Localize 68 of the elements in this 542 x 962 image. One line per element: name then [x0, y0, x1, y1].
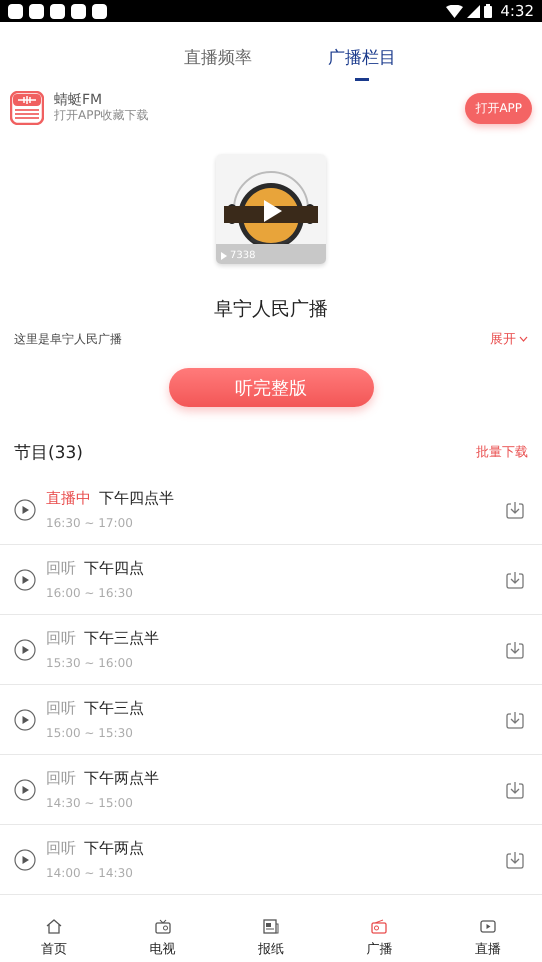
- radio-icon: [371, 918, 388, 934]
- program-time: 15:00 ~ 15:30: [46, 726, 134, 740]
- play-icon[interactable]: [264, 200, 282, 222]
- program-status: 回听: [46, 769, 76, 788]
- notification-icon: [92, 4, 107, 18]
- program-time: 15:30 ~ 16:00: [46, 656, 134, 670]
- program-row[interactable]: 回听 下午三点 15:00 ~ 15:30: [0, 685, 542, 755]
- program-row[interactable]: 回听 下午三点半 15:30 ~ 16:00: [0, 615, 542, 685]
- download-icon[interactable]: [506, 780, 524, 798]
- program-status: 回听: [46, 839, 76, 858]
- app-logo-icon: [10, 91, 44, 125]
- program-title: 下午三点半: [84, 629, 159, 648]
- program-title: 下午两点半: [84, 769, 159, 788]
- program-time: 14:00 ~ 14:30: [46, 866, 134, 880]
- section-title: 节目(33): [14, 442, 83, 464]
- program-title: 下午四点半: [99, 489, 174, 508]
- play-icon[interactable]: [14, 498, 36, 520]
- expand-link[interactable]: 展开: [490, 330, 528, 348]
- notification-icon: [8, 4, 23, 18]
- play-icon[interactable]: [14, 778, 36, 800]
- signal-icon: [467, 4, 480, 18]
- live-icon: [480, 918, 496, 934]
- clock-time: 4:32: [500, 2, 534, 20]
- program-status: 回听: [46, 559, 76, 578]
- batch-download-link[interactable]: 批量下载: [476, 443, 528, 461]
- program-title: 下午两点: [84, 839, 144, 858]
- program-status: 回听: [46, 699, 76, 718]
- battery-icon: [484, 4, 492, 18]
- download-icon[interactable]: [506, 640, 524, 658]
- tab[interactable]: 广播栏目: [326, 30, 398, 82]
- program-time: 16:30 ~ 17:00: [46, 516, 134, 530]
- banner-subtitle: 打开APP收藏下载: [54, 108, 149, 123]
- nav-item[interactable]: 电视: [128, 918, 198, 958]
- nav-item[interactable]: 报纸: [236, 918, 306, 958]
- program-row[interactable]: 回听 下午两点半 14:30 ~ 15:00: [0, 755, 542, 825]
- nav-item[interactable]: 直播: [452, 918, 523, 958]
- tab[interactable]: 直播频率: [182, 30, 254, 82]
- program-status: 回听: [46, 629, 76, 648]
- play-icon[interactable]: [14, 638, 36, 660]
- nav-item[interactable]: 广播: [344, 918, 414, 958]
- program-title: 下午三点: [84, 699, 144, 718]
- tv-icon: [154, 918, 171, 934]
- station-description: 这里是阜宁人民广播: [14, 330, 122, 348]
- play-icon[interactable]: [14, 708, 36, 730]
- wifi-icon: [446, 4, 464, 18]
- download-icon[interactable]: [506, 500, 524, 518]
- download-icon[interactable]: [506, 710, 524, 728]
- download-icon[interactable]: [506, 570, 524, 588]
- program-time: 14:30 ~ 15:00: [46, 796, 134, 810]
- notification-icon: [71, 4, 86, 18]
- program-row[interactable]: 回听 下午两点 14:00 ~ 14:30: [0, 825, 542, 895]
- chevron-down-icon: [519, 336, 528, 342]
- program-row[interactable]: 回听 下午四点 16:00 ~ 16:30: [0, 545, 542, 615]
- program-status: 直播中: [46, 489, 91, 508]
- notification-icon: [29, 4, 44, 18]
- program-time: 16:00 ~ 16:30: [46, 586, 134, 600]
- nav-item[interactable]: 首页: [19, 918, 90, 958]
- play-count-icon: [221, 252, 227, 260]
- home-icon: [46, 918, 62, 934]
- app-name: 蜻蜓FM: [54, 93, 104, 108]
- station-title: 阜宁人民广播: [213, 297, 329, 322]
- download-icon[interactable]: [506, 850, 524, 868]
- program-title: 下午四点: [84, 559, 144, 578]
- notification-icon: [50, 4, 65, 18]
- play-icon[interactable]: [14, 568, 36, 590]
- program-row[interactable]: 直播中 下午四点半 16:30 ~ 17:00: [0, 475, 542, 545]
- newspaper-icon: [262, 918, 279, 934]
- play-icon[interactable]: [14, 848, 36, 870]
